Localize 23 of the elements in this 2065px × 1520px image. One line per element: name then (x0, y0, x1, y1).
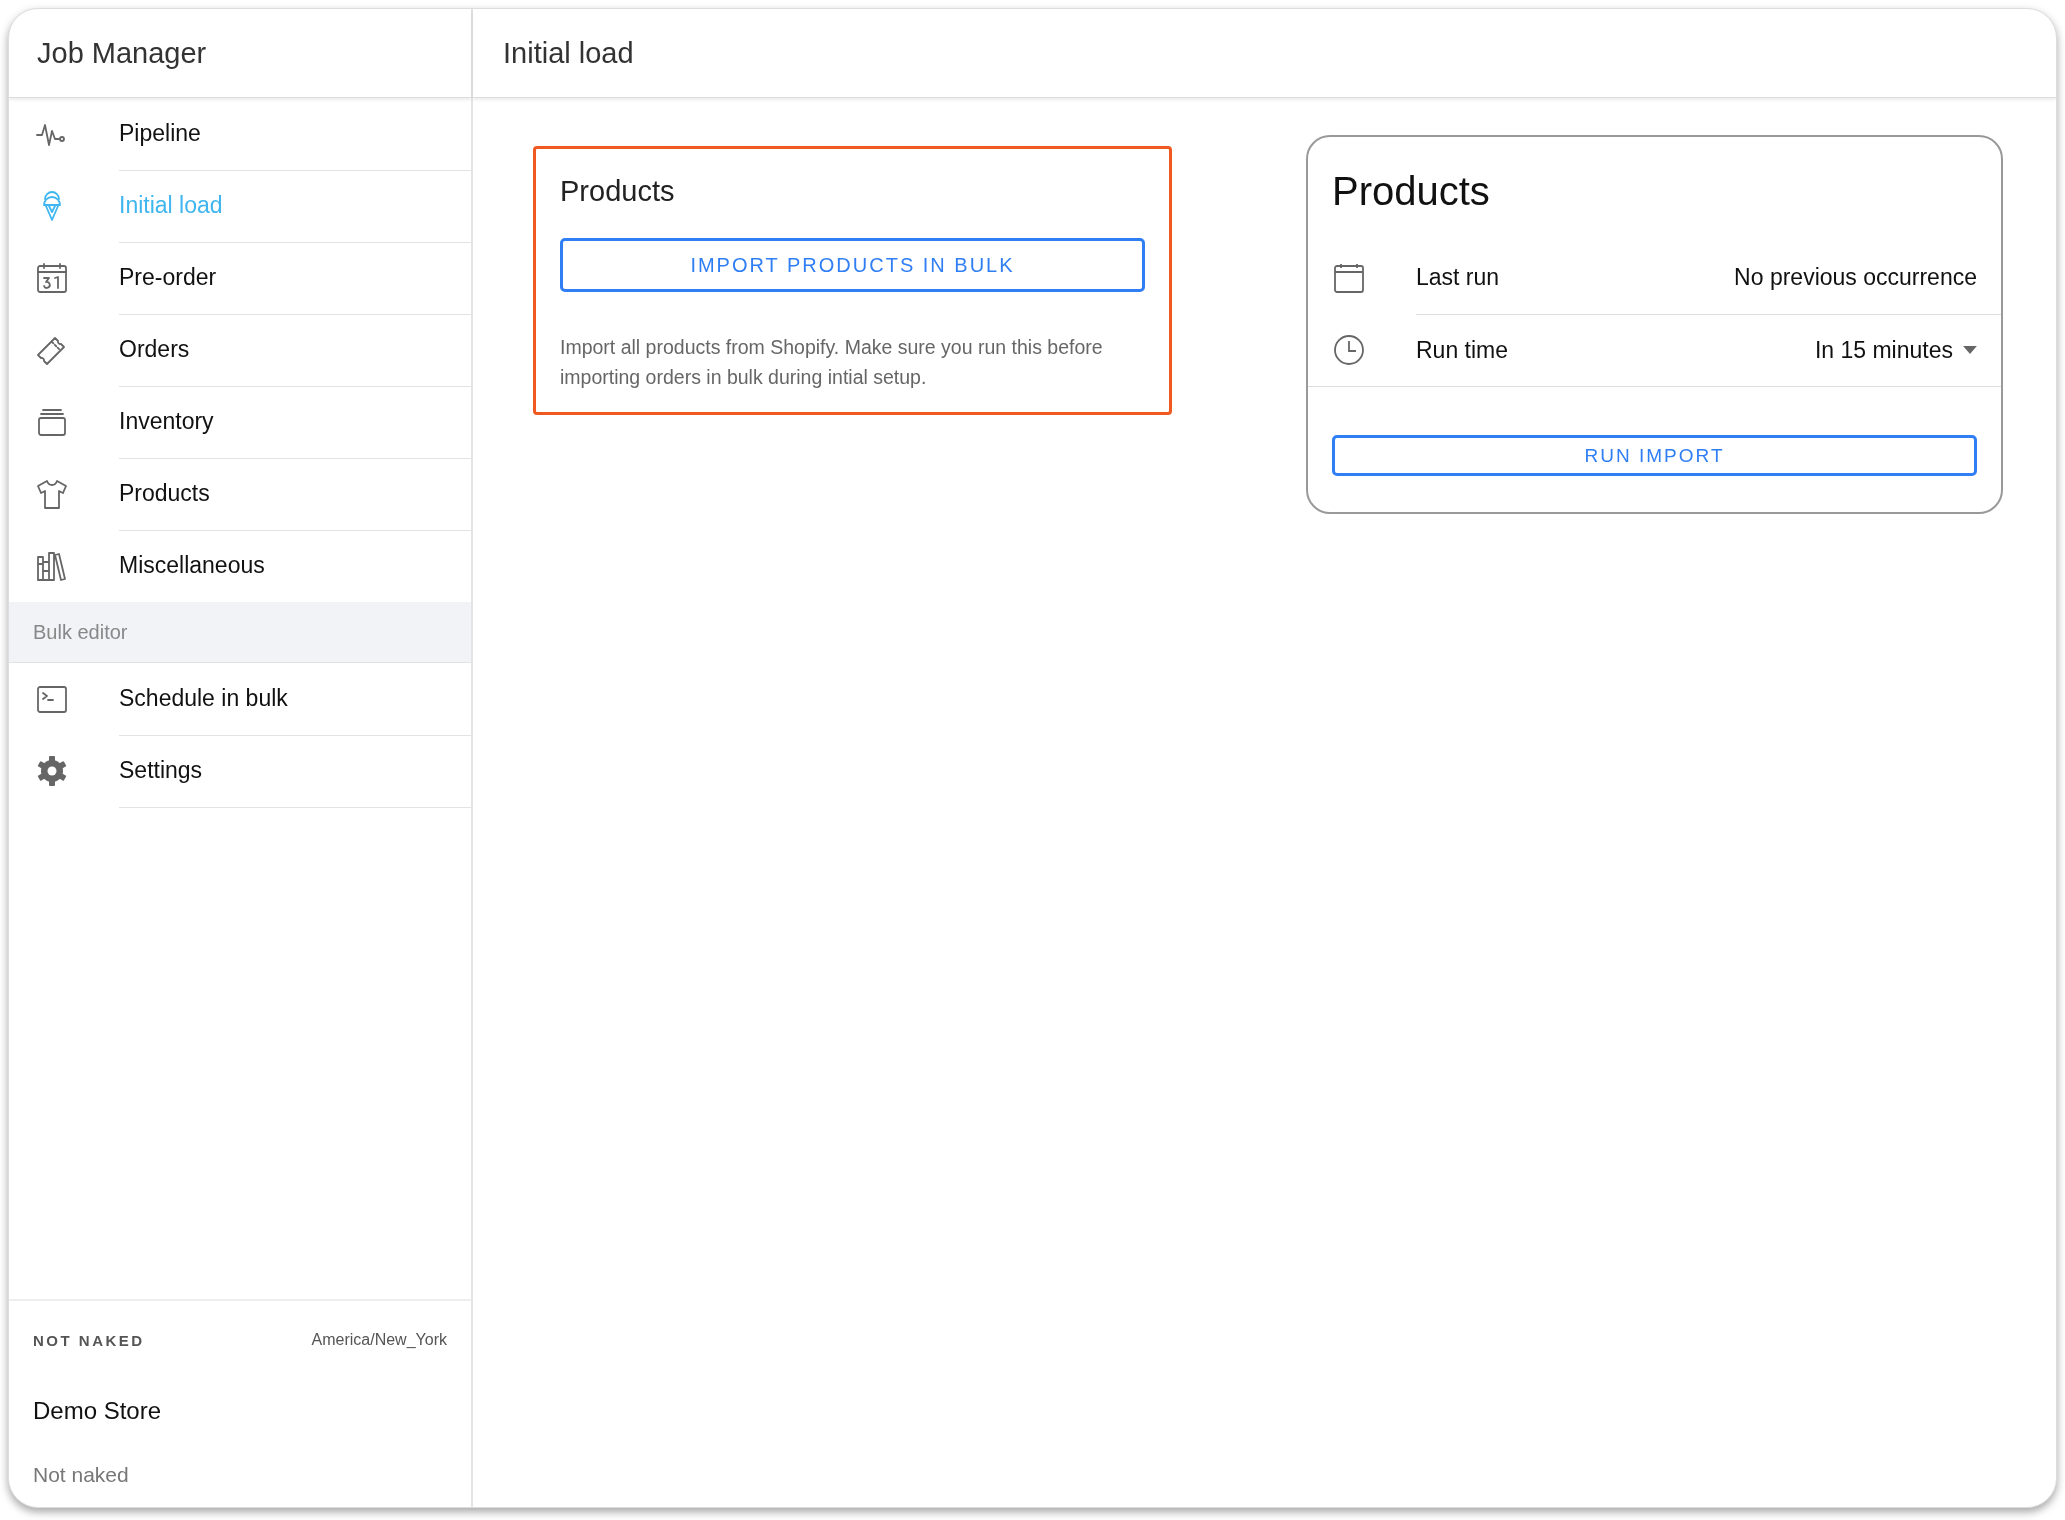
run-time-dropdown[interactable]: In 15 minutes (1814, 336, 1977, 364)
section-header: Bulk editor (9, 602, 471, 663)
card-title: Products (1332, 169, 1491, 214)
nav-item[interactable]: Products (9, 458, 471, 530)
nav-item[interactable]: Inventory (9, 386, 471, 458)
row-label: Last run (1416, 264, 1500, 291)
import-button[interactable]: IMPORT PRODUCTS IN BULK (560, 238, 1145, 292)
timezone-label: America/New_York (311, 1331, 447, 1349)
nav-item[interactable]: Pipeline (9, 98, 471, 170)
row-value: No previous occurrence (1734, 264, 1977, 291)
row-label: Run time (1416, 336, 1509, 364)
nav-item[interactable]: Pre-order (9, 242, 471, 314)
store-subtitle: Not naked (33, 1463, 130, 1487)
store-name: Demo Store (33, 1397, 163, 1425)
run-import-button[interactable]: RUN IMPORT (1332, 435, 1977, 476)
store-label: NOT NAKED (33, 1331, 145, 1349)
nav-item[interactable]: Settings (9, 735, 471, 807)
nav-item[interactable]: Orders (9, 314, 471, 386)
page-title: Initial load (503, 36, 634, 70)
card-title: Products (560, 175, 676, 208)
card-description: Import all products from Shopify. Make sure you run this before importing orders in bulk during intial setup. (560, 335, 1104, 390)
app-title: Job Manager (37, 36, 207, 70)
nav-item[interactable]: Schedule in bulk (9, 663, 471, 735)
